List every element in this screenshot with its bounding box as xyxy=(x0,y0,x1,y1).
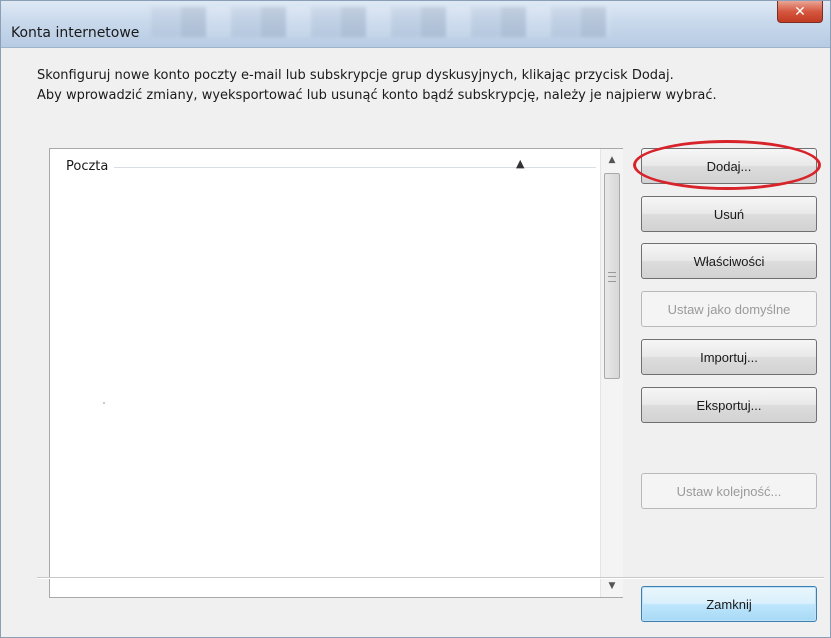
scroll-thumb[interactable] xyxy=(604,173,620,379)
accounts-dialog: Konta internetowe ✕ Skonfiguruj nowe kon… xyxy=(0,0,831,638)
instructions: Skonfiguruj nowe konto poczty e-mail lub… xyxy=(37,66,817,106)
scroll-up-arrow-icon[interactable]: ▲ xyxy=(601,151,623,169)
stray-dot xyxy=(103,402,105,404)
vertical-scrollbar[interactable]: ▲ ▼ xyxy=(600,149,623,597)
add-button[interactable]: Dodaj... xyxy=(641,148,817,184)
close-window-button[interactable]: ✕ xyxy=(777,1,823,23)
footer-separator xyxy=(37,577,824,579)
instructions-line-1: Skonfiguruj nowe konto poczty e-mail lub… xyxy=(37,68,674,83)
accounts-list[interactable]: Poczta ▲ ▲ ▼ xyxy=(49,148,623,598)
dialog-body: Skonfiguruj nowe konto poczty e-mail lub… xyxy=(9,48,824,631)
set-default-button[interactable]: Ustaw jako domyślne xyxy=(641,291,817,327)
title-bar[interactable]: Konta internetowe ✕ xyxy=(1,1,830,48)
scroll-down-arrow-icon[interactable]: ▼ xyxy=(601,577,623,595)
background-blur xyxy=(151,7,611,37)
set-order-button[interactable]: Ustaw kolejność... xyxy=(641,473,817,509)
close-icon: ✕ xyxy=(794,3,806,20)
export-button[interactable]: Eksportuj... xyxy=(641,387,817,423)
import-button[interactable]: Importuj... xyxy=(641,339,817,375)
collapse-chevron-icon[interactable]: ▲ xyxy=(516,157,524,170)
properties-button[interactable]: Właściwości xyxy=(641,243,817,279)
group-label: Poczta xyxy=(66,158,109,174)
dialog-title: Konta internetowe xyxy=(11,25,140,41)
instructions-line-2: Aby wprowadzić zmiany, wyeksportować lub… xyxy=(37,88,717,103)
remove-button[interactable]: Usuń xyxy=(641,196,817,232)
close-button[interactable]: Zamknij xyxy=(641,586,817,622)
thumb-grip-icon xyxy=(608,272,616,282)
